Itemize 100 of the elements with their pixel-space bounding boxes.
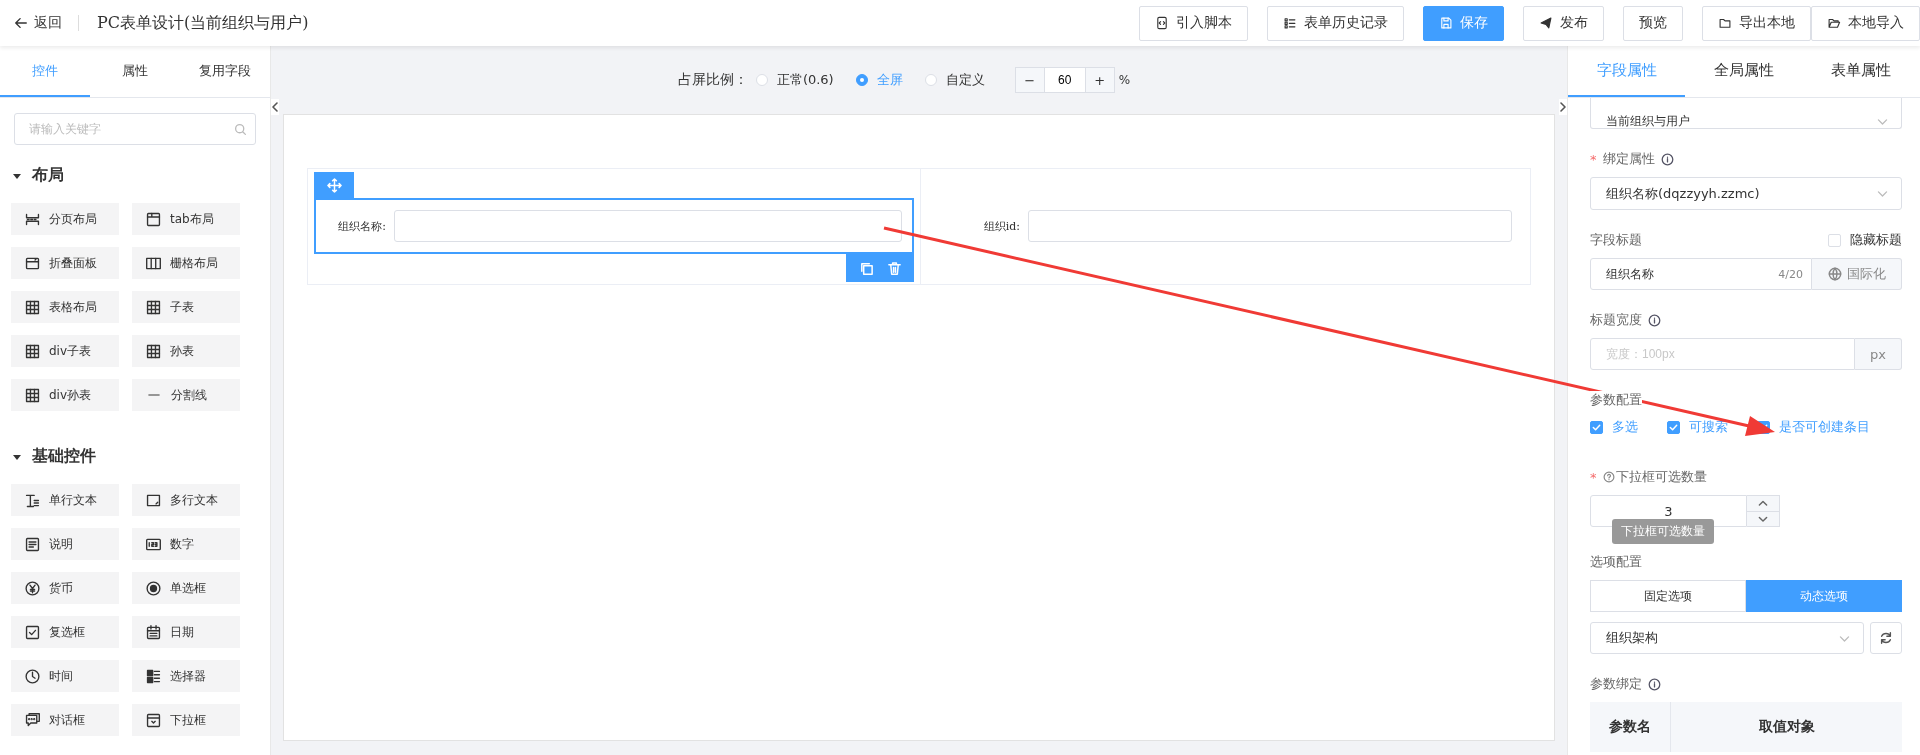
back-arrow-icon — [14, 16, 28, 30]
component-item[interactable]: 折叠面板 — [11, 247, 119, 279]
component-item[interactable]: div孙表 — [11, 379, 119, 411]
refresh-icon — [1879, 631, 1893, 645]
info-icon — [1648, 313, 1661, 327]
toolbar-button[interactable]: 本地导入 — [1811, 5, 1920, 41]
field-label: 下拉框可选数量 — [1615, 468, 1707, 486]
field-label: 绑定属性 — [1602, 150, 1655, 168]
field-label: 参数配置 — [1590, 391, 1642, 409]
save-icon — [1439, 16, 1453, 30]
input-field[interactable] — [394, 210, 902, 242]
component-item[interactable]: 复选框 — [11, 616, 119, 648]
toolbar-button[interactable]: 预览 — [1623, 5, 1683, 41]
radio-option[interactable]: 自定义 — [924, 71, 985, 89]
globe-icon — [1827, 267, 1842, 281]
line-icon — [148, 394, 160, 396]
check-icon — [1591, 421, 1602, 433]
toolbar-button[interactable]: 引入脚本 — [1139, 5, 1248, 41]
select-field[interactable]: 当前组织与用户 — [1590, 98, 1902, 129]
info-icon — [1660, 152, 1674, 166]
selector-icon — [145, 667, 162, 685]
toolbar-button[interactable]: 导出本地 — [1702, 5, 1811, 41]
paper-plane-icon — [1539, 16, 1553, 30]
yen-coin-icon — [24, 579, 41, 597]
script-file-icon — [1155, 16, 1169, 30]
field-label: 参数绑定 — [1590, 675, 1642, 693]
component-item[interactable]: 分页布局 — [11, 203, 119, 235]
increase-button[interactable]: + — [1085, 68, 1114, 92]
component-item[interactable]: 对话框 — [11, 704, 119, 736]
toolbar-button[interactable]: 表单历史记录 — [1267, 5, 1404, 41]
decrease-button[interactable]: − — [1015, 68, 1044, 92]
field-label: 选项配置 — [1590, 553, 1642, 571]
folder-icon — [1718, 16, 1732, 30]
dropdown-icon — [145, 711, 162, 729]
component-item[interactable]: 栅格布局 — [132, 247, 240, 279]
trash-icon — [886, 260, 902, 276]
component-item[interactable]: 单行文本 — [11, 484, 119, 516]
radio-option[interactable]: 正常(0.6) — [755, 71, 834, 89]
folder-icon — [1827, 16, 1841, 30]
component-item[interactable]: 数字 — [132, 528, 240, 560]
column-header: 参数名 — [1590, 702, 1671, 752]
field-label: 字段标题 — [1590, 231, 1642, 249]
zoom-input[interactable]: 60 — [1043, 68, 1086, 92]
field-label: 组织名称: — [337, 218, 386, 234]
required-mark: * — [1590, 469, 1597, 485]
table-icon — [24, 298, 41, 316]
field-label: 组织id: — [982, 218, 1020, 234]
page-title: PC表单设计(当前组织与用户) — [97, 12, 309, 34]
back-button[interactable]: 返回 — [10, 10, 66, 36]
radio-icon — [145, 579, 162, 597]
list-icon — [1283, 16, 1297, 30]
table-icon — [24, 386, 41, 404]
component-item[interactable]: 日期 — [132, 616, 240, 648]
component-item[interactable]: 单选框 — [132, 572, 240, 604]
search-icon — [234, 122, 247, 136]
component-item[interactable]: 选择器 — [132, 660, 240, 692]
move-icon — [326, 177, 342, 193]
table-icon — [145, 342, 162, 360]
text-input[interactable]: 组织名称 4/20 — [1590, 258, 1812, 290]
input-field[interactable] — [1028, 210, 1512, 242]
component-item[interactable]: 多行文本 — [132, 484, 240, 516]
tab-window-icon — [145, 210, 162, 228]
i18n-button[interactable]: 国际化 — [1812, 258, 1902, 290]
component-item[interactable]: 说明 — [11, 528, 119, 560]
move-handle[interactable] — [314, 172, 354, 198]
percent-sign: % — [1118, 73, 1131, 87]
select-field[interactable]: 组织名称(dqzzyyh.zzmc) — [1590, 177, 1902, 210]
note-icon — [24, 535, 41, 553]
field-label: 标题宽度 — [1590, 311, 1642, 329]
component-item[interactable]: 货币 — [11, 572, 119, 604]
component-item[interactable]: 表格布局 — [11, 291, 119, 323]
required-mark: * — [1590, 151, 1597, 167]
info-icon — [1648, 677, 1661, 691]
tooltip: 下拉框可选数量 — [1612, 519, 1714, 544]
select-field[interactable]: 组织架构 — [1590, 622, 1864, 654]
component-item[interactable]: 孙表 — [132, 335, 240, 367]
component-item[interactable]: 时间 — [11, 660, 119, 692]
refresh-button[interactable] — [1870, 622, 1902, 654]
unit-label: px — [1855, 338, 1902, 370]
component-item[interactable]: div子表 — [11, 335, 119, 367]
dialog-icon — [24, 711, 41, 729]
copy-icon — [858, 260, 874, 276]
section-title: 布局 — [32, 165, 64, 186]
table-icon — [24, 342, 41, 360]
component-item[interactable]: 分割线 — [132, 379, 240, 411]
segment-button[interactable]: 固定选项 — [1590, 580, 1746, 612]
checkbox[interactable]: 隐藏标题 — [1828, 231, 1902, 249]
section-title: 基础控件 — [32, 446, 96, 467]
check-icon — [1668, 421, 1679, 433]
component-item[interactable]: tab布局 — [132, 203, 240, 235]
help-icon — [1602, 471, 1615, 483]
char-count: 4/20 — [1778, 267, 1803, 281]
column-header: 取值对象 — [1757, 717, 1816, 736]
component-item[interactable]: 下拉框 — [132, 704, 240, 736]
number-stepper[interactable]: − 60 + — [1014, 67, 1115, 93]
toolbar-button[interactable]: 发布 — [1523, 5, 1604, 41]
component-item[interactable]: 子表 — [132, 291, 240, 323]
checkbox-icon — [24, 623, 41, 641]
search-field[interactable]: 请输入关键字 — [14, 113, 256, 145]
clock-icon — [24, 667, 41, 685]
